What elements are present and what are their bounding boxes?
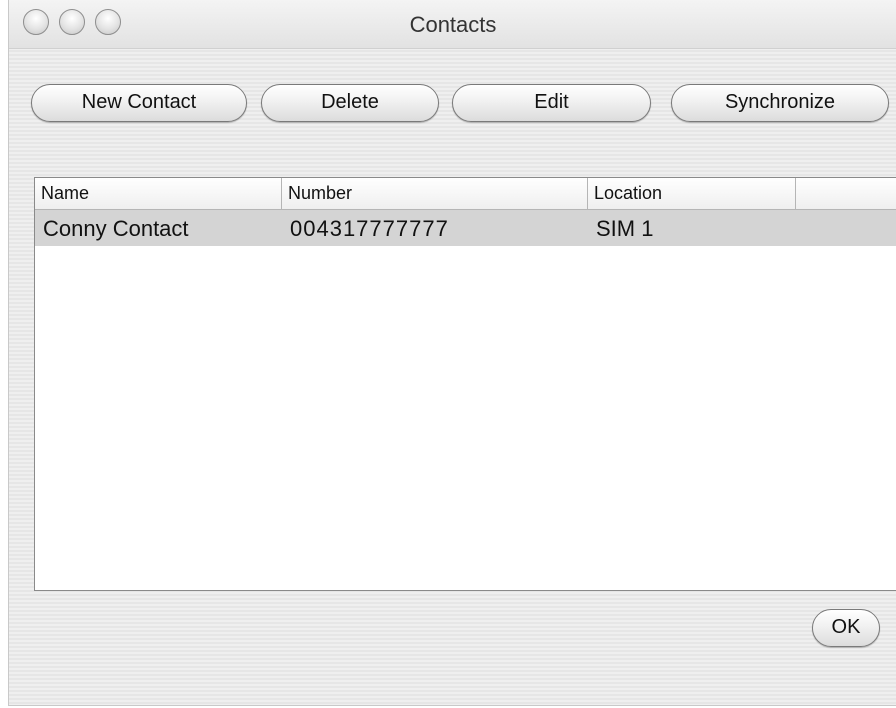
ok-button[interactable]: OK	[812, 609, 880, 647]
cell-number: 004317777777	[290, 216, 449, 241]
table-header: Name Number Location	[35, 178, 896, 210]
cell-name: Conny Contact	[43, 216, 189, 241]
cell-location: SIM 1	[596, 216, 654, 241]
column-header-number[interactable]: Number	[282, 178, 588, 209]
table-row[interactable]: Conny Contact 004317777777 SIM 1	[35, 210, 896, 246]
synchronize-button[interactable]: Synchronize	[671, 84, 889, 122]
window-title: Contacts	[409, 12, 497, 37]
edit-button[interactable]: Edit	[452, 84, 651, 122]
contacts-window: Contacts New Contact Delete Edit Synchro…	[8, 0, 896, 706]
new-contact-button[interactable]: New Contact	[31, 84, 247, 122]
title-bar[interactable]: Contacts	[9, 0, 896, 49]
delete-button[interactable]: Delete	[261, 84, 439, 122]
column-header-location[interactable]: Location	[588, 178, 796, 209]
column-header-name[interactable]: Name	[35, 178, 282, 209]
column-header-empty[interactable]	[796, 178, 896, 209]
contacts-table[interactable]: Name Number Location Conny Contact 00431…	[34, 177, 896, 591]
